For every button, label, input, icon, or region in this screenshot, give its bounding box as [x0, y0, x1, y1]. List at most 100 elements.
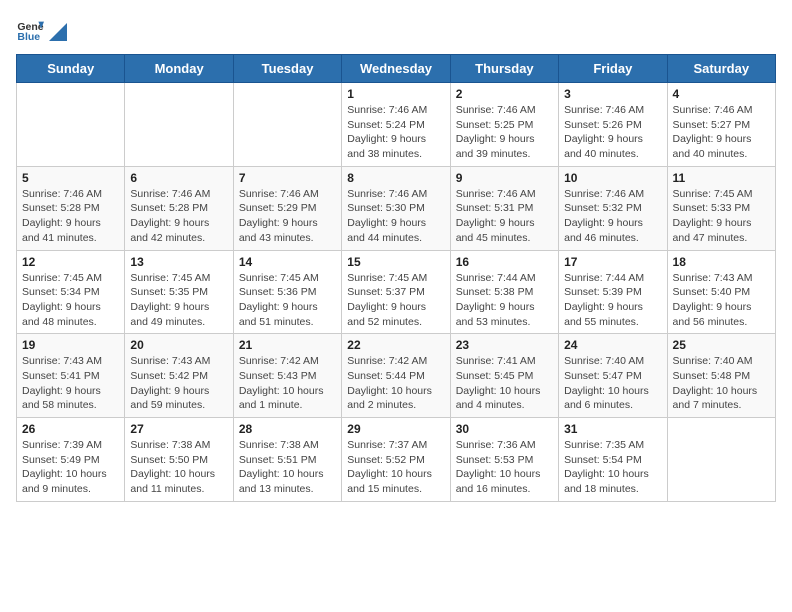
day-number: 7 [239, 171, 336, 185]
day-info: Sunrise: 7:46 AM Sunset: 5:27 PM Dayligh… [673, 103, 770, 162]
calendar-cell: 28Sunrise: 7:38 AM Sunset: 5:51 PM Dayli… [233, 418, 341, 502]
day-info: Sunrise: 7:45 AM Sunset: 5:34 PM Dayligh… [22, 271, 119, 330]
day-number: 18 [673, 255, 770, 269]
day-info: Sunrise: 7:46 AM Sunset: 5:31 PM Dayligh… [456, 187, 553, 246]
calendar-week-row: 26 Sunrise: 7:39 AM Sunset: 5:49 PM Dayli… [17, 418, 776, 502]
day-info: Sunrise: 7:35 AM Sunset: 5:54 PM Dayligh… [564, 438, 661, 497]
calendar-cell [125, 83, 233, 167]
calendar-cell: 24 Sunrise: 7:40 AM Sunset: 5:47 PM Dayli… [559, 334, 667, 418]
day-info: Sunrise: 7:46 AM Sunset: 5:29 PM Dayligh… [239, 187, 336, 246]
day-info: Sunrise: 7:46 AM Sunset: 5:30 PM Dayligh… [347, 187, 444, 246]
calendar-cell: 15Sunrise: 7:45 AM Sunset: 5:37 PM Dayli… [342, 250, 450, 334]
calendar-cell: 4 Sunrise: 7:46 AM Sunset: 5:27 PM Daylig… [667, 83, 775, 167]
calendar-cell [233, 83, 341, 167]
day-number: 1 [347, 87, 444, 101]
page-header: General Blue [16, 16, 776, 44]
calendar-week-row: 5 Sunrise: 7:46 AM Sunset: 5:28 PM Daylig… [17, 166, 776, 250]
calendar-cell: 10 Sunrise: 7:46 AM Sunset: 5:32 PM Dayli… [559, 166, 667, 250]
calendar-table: SundayMondayTuesdayWednesdayThursdayFrid… [16, 54, 776, 502]
calendar-cell: 21 Sunrise: 7:42 AM Sunset: 5:43 PM Dayli… [233, 334, 341, 418]
day-info: Sunrise: 7:43 AM Sunset: 5:41 PM Dayligh… [22, 354, 119, 413]
day-info: Sunrise: 7:38 AM Sunset: 5:50 PM Dayligh… [130, 438, 227, 497]
day-info: Sunrise: 7:36 AM Sunset: 5:53 PM Dayligh… [456, 438, 553, 497]
day-number: 3 [564, 87, 661, 101]
day-info: Sunrise: 7:45 AM Sunset: 5:33 PM Dayligh… [673, 187, 770, 246]
day-number: 4 [673, 87, 770, 101]
calendar-week-row: 12Sunrise: 7:45 AM Sunset: 5:34 PM Dayli… [17, 250, 776, 334]
calendar-cell: 27 Sunrise: 7:38 AM Sunset: 5:50 PM Dayli… [125, 418, 233, 502]
day-number: 31 [564, 422, 661, 436]
calendar-cell: 2Sunrise: 7:46 AM Sunset: 5:25 PM Daylig… [450, 83, 558, 167]
calendar-week-row: 1Sunrise: 7:46 AM Sunset: 5:24 PM Daylig… [17, 83, 776, 167]
day-number: 16 [456, 255, 553, 269]
weekday-header-sunday: Sunday [17, 55, 125, 83]
day-number: 9 [456, 171, 553, 185]
calendar-cell: 6 Sunrise: 7:46 AM Sunset: 5:28 PM Daylig… [125, 166, 233, 250]
day-info: Sunrise: 7:41 AM Sunset: 5:45 PM Dayligh… [456, 354, 553, 413]
logo: General Blue [16, 16, 68, 44]
calendar-cell [667, 418, 775, 502]
day-info: Sunrise: 7:46 AM Sunset: 5:32 PM Dayligh… [564, 187, 661, 246]
calendar-cell: 5 Sunrise: 7:46 AM Sunset: 5:28 PM Daylig… [17, 166, 125, 250]
day-number: 20 [130, 338, 227, 352]
day-info: Sunrise: 7:46 AM Sunset: 5:28 PM Dayligh… [22, 187, 119, 246]
calendar-cell: 23 Sunrise: 7:41 AM Sunset: 5:45 PM Dayli… [450, 334, 558, 418]
day-number: 27 [130, 422, 227, 436]
logo-triangle-icon [49, 23, 67, 41]
day-number: 15 [347, 255, 444, 269]
day-number: 21 [239, 338, 336, 352]
calendar-cell: 9 Sunrise: 7:46 AM Sunset: 5:31 PM Daylig… [450, 166, 558, 250]
calendar-cell: 22 Sunrise: 7:42 AM Sunset: 5:44 PM Dayli… [342, 334, 450, 418]
day-number: 22 [347, 338, 444, 352]
day-info: Sunrise: 7:44 AM Sunset: 5:38 PM Dayligh… [456, 271, 553, 330]
weekday-header-monday: Monday [125, 55, 233, 83]
calendar-cell: 29 Sunrise: 7:37 AM Sunset: 5:52 PM Dayli… [342, 418, 450, 502]
weekday-row: SundayMondayTuesdayWednesdayThursdayFrid… [17, 55, 776, 83]
day-info: Sunrise: 7:43 AM Sunset: 5:42 PM Dayligh… [130, 354, 227, 413]
calendar-cell: 1Sunrise: 7:46 AM Sunset: 5:24 PM Daylig… [342, 83, 450, 167]
day-info: Sunrise: 7:46 AM Sunset: 5:28 PM Dayligh… [130, 187, 227, 246]
calendar-cell: 14Sunrise: 7:45 AM Sunset: 5:36 PM Dayli… [233, 250, 341, 334]
day-number: 28 [239, 422, 336, 436]
calendar-week-row: 19 Sunrise: 7:43 AM Sunset: 5:41 PM Dayli… [17, 334, 776, 418]
day-info: Sunrise: 7:43 AM Sunset: 5:40 PM Dayligh… [673, 271, 770, 330]
day-number: 23 [456, 338, 553, 352]
day-number: 6 [130, 171, 227, 185]
day-info: Sunrise: 7:40 AM Sunset: 5:47 PM Dayligh… [564, 354, 661, 413]
svg-text:Blue: Blue [17, 31, 40, 43]
day-number: 19 [22, 338, 119, 352]
day-number: 10 [564, 171, 661, 185]
logo-icon: General Blue [16, 16, 44, 44]
day-number: 24 [564, 338, 661, 352]
day-info: Sunrise: 7:39 AM Sunset: 5:49 PM Dayligh… [22, 438, 119, 497]
day-number: 5 [22, 171, 119, 185]
calendar-cell: 25 Sunrise: 7:40 AM Sunset: 5:48 PM Dayli… [667, 334, 775, 418]
day-number: 25 [673, 338, 770, 352]
calendar-cell: 17Sunrise: 7:44 AM Sunset: 5:39 PM Dayli… [559, 250, 667, 334]
day-number: 30 [456, 422, 553, 436]
calendar-cell: 16 Sunrise: 7:44 AM Sunset: 5:38 PM Dayli… [450, 250, 558, 334]
calendar-cell: 13 Sunrise: 7:45 AM Sunset: 5:35 PM Dayli… [125, 250, 233, 334]
day-info: Sunrise: 7:37 AM Sunset: 5:52 PM Dayligh… [347, 438, 444, 497]
calendar-body: 1Sunrise: 7:46 AM Sunset: 5:24 PM Daylig… [17, 83, 776, 502]
calendar-cell: 7 Sunrise: 7:46 AM Sunset: 5:29 PM Daylig… [233, 166, 341, 250]
day-info: Sunrise: 7:45 AM Sunset: 5:35 PM Dayligh… [130, 271, 227, 330]
day-number: 26 [22, 422, 119, 436]
day-info: Sunrise: 7:46 AM Sunset: 5:26 PM Dayligh… [564, 103, 661, 162]
day-number: 29 [347, 422, 444, 436]
weekday-header-tuesday: Tuesday [233, 55, 341, 83]
weekday-header-thursday: Thursday [450, 55, 558, 83]
day-info: Sunrise: 7:42 AM Sunset: 5:43 PM Dayligh… [239, 354, 336, 413]
calendar-cell: 26 Sunrise: 7:39 AM Sunset: 5:49 PM Dayli… [17, 418, 125, 502]
calendar-cell: 19 Sunrise: 7:43 AM Sunset: 5:41 PM Dayli… [17, 334, 125, 418]
calendar-cell: 3 Sunrise: 7:46 AM Sunset: 5:26 PM Daylig… [559, 83, 667, 167]
day-number: 11 [673, 171, 770, 185]
weekday-header-friday: Friday [559, 55, 667, 83]
day-info: Sunrise: 7:40 AM Sunset: 5:48 PM Dayligh… [673, 354, 770, 413]
day-number: 17 [564, 255, 661, 269]
day-number: 14 [239, 255, 336, 269]
calendar-cell: 8Sunrise: 7:46 AM Sunset: 5:30 PM Daylig… [342, 166, 450, 250]
calendar-cell [17, 83, 125, 167]
day-info: Sunrise: 7:42 AM Sunset: 5:44 PM Dayligh… [347, 354, 444, 413]
day-number: 13 [130, 255, 227, 269]
